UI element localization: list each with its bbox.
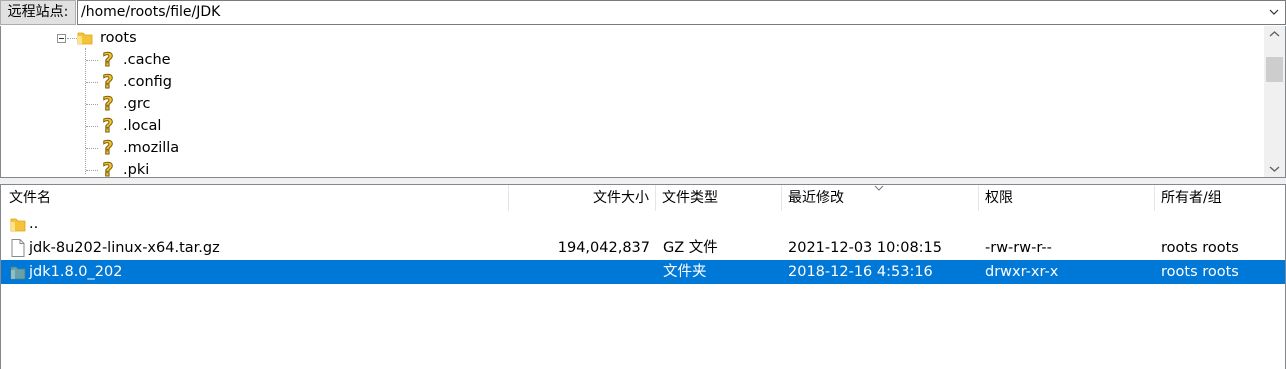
list-header: 文件名 文件大小 文件类型 最近修改 权限 所有者/组 — [1, 185, 1285, 211]
tree-item[interactable]: ? .pki — [1, 159, 601, 178]
table-row[interactable]: .. — [1, 212, 1285, 236]
sort-descending-icon — [874, 185, 884, 191]
column-header-permissions[interactable]: 权限 — [979, 185, 1155, 211]
cell-owner: roots roots — [1161, 264, 1239, 280]
cell-name: .. — [29, 216, 39, 232]
tree-item-label: .pki — [123, 162, 150, 178]
remote-site-label: 远程站点: — [0, 0, 76, 25]
tree-item-label: .cache — [123, 52, 171, 68]
tree-item-label: .mozilla — [123, 140, 180, 156]
unknown-folder-icon: ? — [102, 115, 114, 137]
cell-size: 194,042,837 — [557, 240, 650, 256]
cell-name: jdk-8u202-linux-x64.tar.gz — [29, 240, 220, 256]
column-header-name[interactable]: 文件名 — [1, 185, 509, 211]
table-row[interactable]: jdk-8u202-linux-x64.tar.gz 194,042,837 GZ … — [1, 236, 1285, 260]
cell-owner: roots roots — [1161, 240, 1239, 256]
remote-path-input[interactable]: /home/roots/file/JDK — [77, 0, 1286, 25]
tree-item-roots[interactable]: roots — [1, 27, 601, 49]
cell-size — [509, 260, 650, 284]
remote-directory-tree: roots ? .cache? .config? .grc? .local? .mozil… — [0, 26, 1286, 178]
tree-item[interactable]: ? .local — [1, 115, 601, 137]
tree-connector — [86, 82, 98, 83]
tree-item-label: .local — [123, 118, 162, 134]
unknown-folder-icon: ? — [102, 49, 114, 71]
cell-size — [509, 212, 650, 236]
folder-icon — [77, 32, 93, 45]
tree-item-label: roots — [100, 30, 137, 46]
table-row[interactable]: jdk1.8.0_202 文件夹 2018-12-16 4:53:16 drwxr-x… — [1, 260, 1285, 284]
file-icon — [11, 239, 25, 257]
tree-connector — [86, 104, 98, 105]
unknown-folder-icon: ? — [102, 71, 114, 93]
column-header-owner[interactable]: 所有者/组 — [1155, 185, 1285, 211]
tree-connector — [86, 170, 98, 171]
scroll-down-icon[interactable] — [1264, 160, 1285, 177]
remote-site-bar: 远程站点: /home/roots/file/JDK — [0, 0, 1286, 26]
unknown-folder-icon: ? — [102, 137, 114, 159]
tree-item-label: .grc — [123, 96, 151, 112]
tree-item[interactable]: ? .cache — [1, 49, 601, 71]
tree-item[interactable]: ? .mozilla — [1, 137, 601, 159]
tree-item-label: .config — [123, 74, 172, 90]
cell-name: jdk1.8.0_202 — [29, 264, 123, 280]
tree-connector — [86, 148, 98, 149]
folder-icon — [10, 266, 26, 280]
cell-permissions: -rw-rw-r-- — [985, 240, 1052, 256]
tree-connector — [86, 60, 98, 61]
cell-type: 文件夹 — [663, 264, 707, 280]
cell-type: GZ 文件 — [663, 240, 718, 256]
column-header-size[interactable]: 文件大小 — [509, 185, 656, 211]
chevron-down-icon[interactable] — [1269, 7, 1279, 17]
tree-scrollbar[interactable] — [1264, 26, 1285, 177]
remote-file-list: 文件名 文件大小 文件类型 最近修改 权限 所有者/组 .. jdk-8u202-… — [0, 184, 1286, 369]
column-header-type[interactable]: 文件类型 — [656, 185, 782, 211]
tree-item[interactable]: ? .config — [1, 71, 601, 93]
cell-permissions: drwxr-xr-x — [985, 264, 1059, 280]
folder-icon — [10, 218, 26, 232]
scrollbar-thumb[interactable] — [1266, 57, 1283, 82]
scroll-up-icon[interactable] — [1264, 26, 1285, 43]
tree-item[interactable]: ? .grc — [1, 93, 601, 115]
unknown-folder-icon: ? — [102, 159, 114, 178]
tree-connector — [86, 126, 98, 127]
cell-modified: 2018-12-16 4:53:16 — [788, 264, 933, 280]
cell-modified: 2021-12-03 10:08:15 — [788, 240, 942, 256]
unknown-folder-icon: ? — [102, 93, 114, 115]
remote-path-text: /home/roots/file/JDK — [81, 4, 221, 20]
collapse-icon[interactable] — [57, 34, 66, 43]
